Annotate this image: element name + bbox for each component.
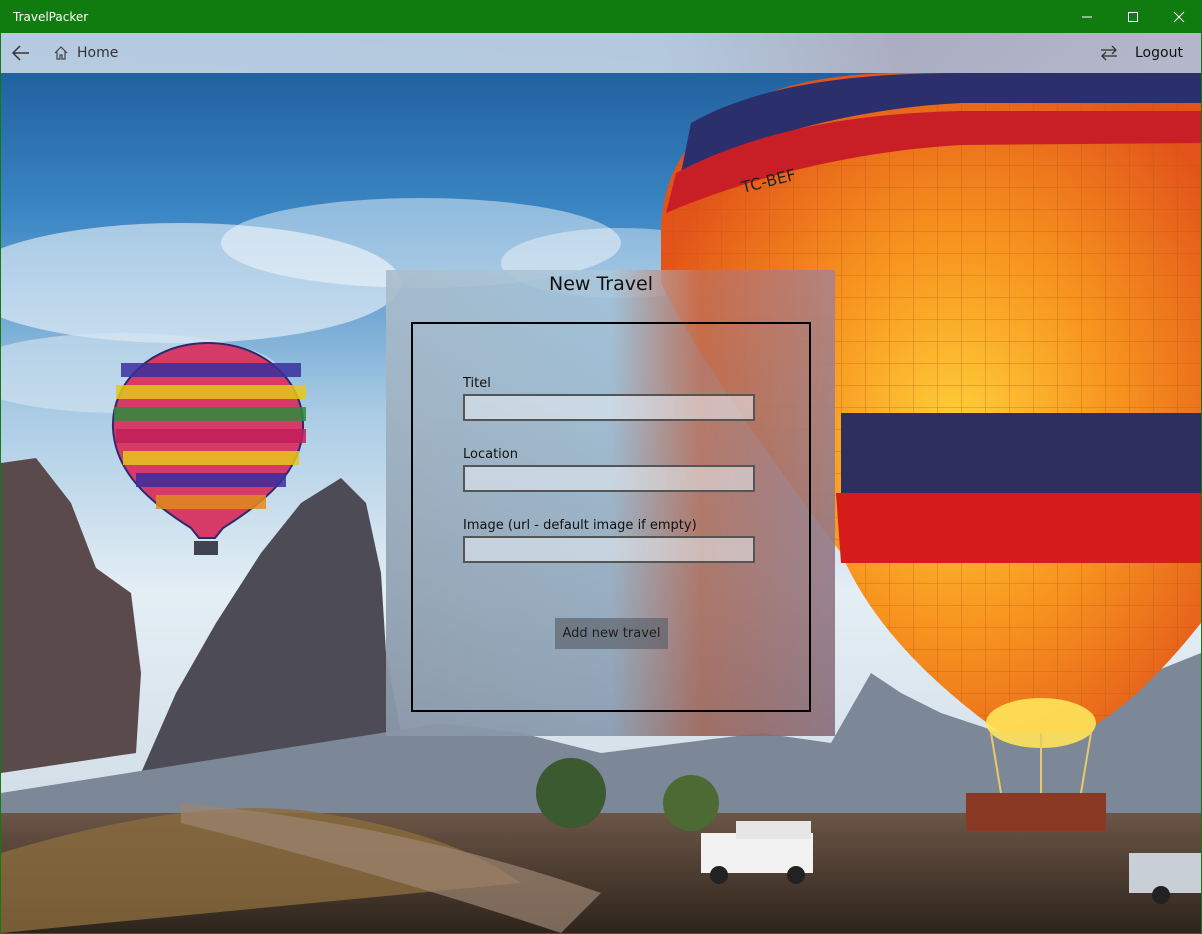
- titel-input[interactable]: [463, 394, 755, 421]
- image-url-input[interactable]: [463, 536, 755, 563]
- switch-arrows-icon: [1101, 45, 1117, 61]
- add-new-travel-button[interactable]: Add new travel: [555, 618, 668, 649]
- app-title: TravelPacker: [13, 10, 89, 24]
- panel-title: New Travel: [549, 273, 653, 295]
- back-arrow-icon: [11, 45, 29, 61]
- title-bar: TravelPacker: [0, 0, 1202, 33]
- image-url-label: Image (url - default image if empty): [463, 518, 697, 533]
- close-button[interactable]: [1156, 0, 1202, 33]
- maximize-icon: [1128, 11, 1138, 22]
- logout-button[interactable]: Logout: [1135, 39, 1183, 67]
- location-label: Location: [463, 447, 518, 462]
- minimize-button[interactable]: [1064, 0, 1110, 33]
- location-input[interactable]: [463, 465, 755, 492]
- back-button[interactable]: [1, 33, 41, 73]
- navigation-bar: Home Logout: [1, 33, 1201, 73]
- close-icon: [1173, 11, 1185, 22]
- home-nav-item[interactable]: Home: [53, 39, 118, 67]
- switch-button[interactable]: [1095, 39, 1123, 67]
- home-label: Home: [77, 45, 119, 61]
- app-window: TravelPacker TC-BEF Home Logout New Trav…: [0, 0, 1202, 934]
- home-icon: [54, 46, 68, 60]
- maximize-button[interactable]: [1110, 0, 1156, 33]
- titel-label: Titel: [463, 376, 491, 391]
- minimize-icon: [1082, 16, 1092, 17]
